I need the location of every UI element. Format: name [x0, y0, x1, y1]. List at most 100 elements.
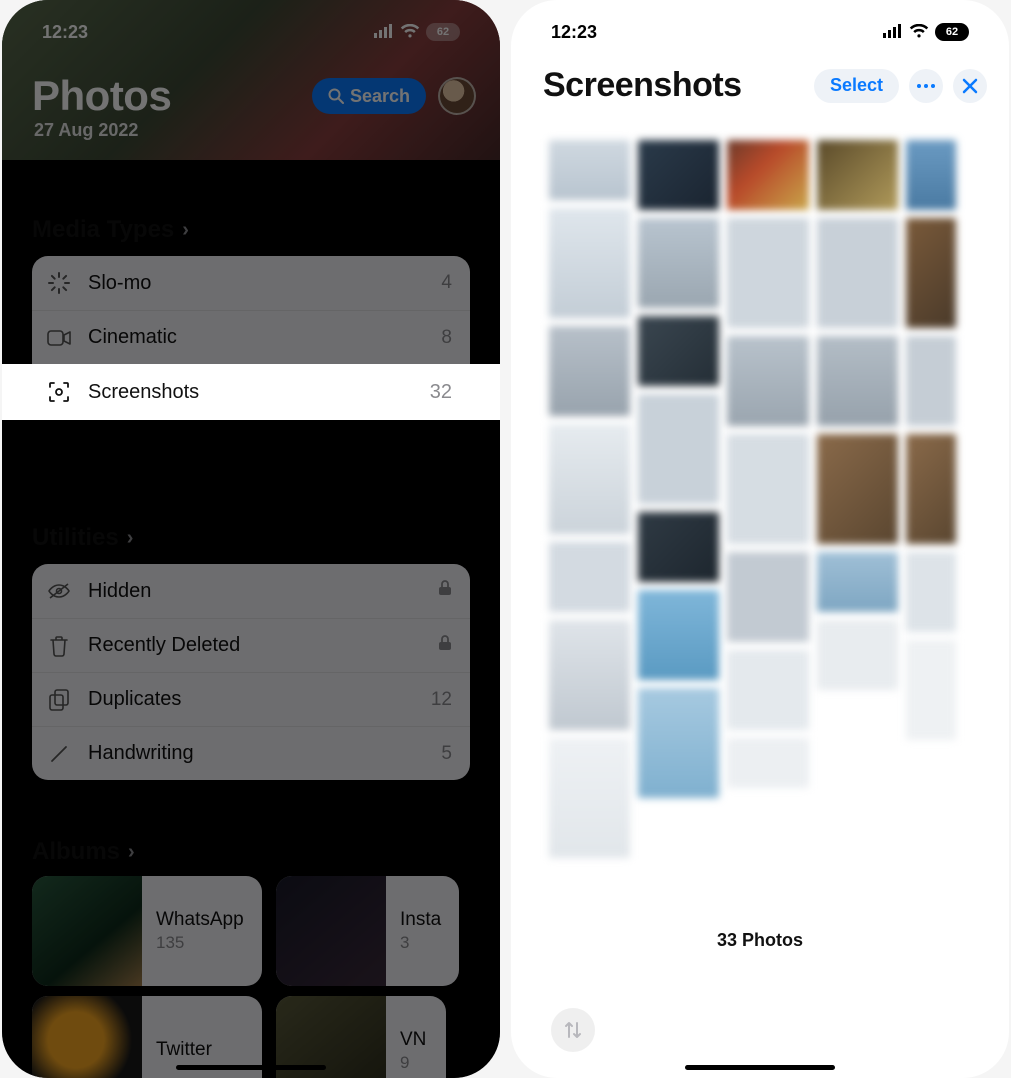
search-button[interactable]: Search: [312, 78, 426, 114]
chevron-right-icon: ›: [128, 841, 135, 864]
status-icons: 62: [883, 22, 969, 43]
video-icon: [46, 330, 72, 346]
photo-thumbnail[interactable]: [727, 738, 808, 788]
photo-thumbnail[interactable]: [817, 434, 898, 544]
handwriting-count: 5: [441, 743, 452, 765]
photo-thumbnail[interactable]: [727, 140, 808, 210]
album-count: 9: [400, 1053, 426, 1073]
utility-hidden-row[interactable]: Hidden: [32, 564, 470, 618]
photo-thumbnail[interactable]: [549, 326, 630, 416]
clock: 12:23: [551, 22, 597, 43]
photo-thumbnail[interactable]: [817, 336, 898, 426]
handwriting-label: Handwriting: [88, 742, 425, 765]
spinner-icon: [46, 272, 72, 294]
photo-thumbnail[interactable]: [638, 140, 719, 210]
photo-thumbnail[interactable]: [906, 434, 956, 544]
photo-thumbnail[interactable]: [817, 552, 898, 612]
photo-thumbnail[interactable]: [817, 218, 898, 328]
photo-thumbnail[interactable]: [727, 552, 808, 642]
lock-icon: [438, 580, 452, 602]
media-types-label: Media Types: [32, 216, 174, 244]
status-bar: 12:23 62: [2, 0, 500, 52]
media-slomo-row[interactable]: Slo-mo 4: [32, 256, 470, 310]
photo-thumbnail[interactable]: [549, 140, 630, 200]
photo-thumbnail[interactable]: [549, 738, 630, 858]
capture-icon: [46, 381, 72, 403]
cellular-icon: [883, 22, 903, 43]
sort-button[interactable]: [551, 1008, 595, 1052]
albums-row-1[interactable]: WhatsApp 135 Insta 3: [32, 876, 500, 986]
photo-thumbnail[interactable]: [906, 218, 956, 328]
status-icons: 62: [374, 22, 460, 43]
photo-thumbnail[interactable]: [638, 688, 719, 798]
profile-avatar[interactable]: [438, 77, 476, 115]
photo-thumbnail[interactable]: [817, 620, 898, 690]
duplicates-label: Duplicates: [88, 688, 415, 711]
home-indicator[interactable]: [685, 1065, 835, 1070]
photo-thumbnail[interactable]: [549, 620, 630, 730]
chevron-right-icon: ›: [182, 219, 189, 242]
home-indicator[interactable]: [176, 1065, 326, 1070]
duplicates-count: 12: [431, 689, 452, 711]
utilities-label: Utilities: [32, 524, 119, 552]
photo-grid[interactable]: [549, 140, 987, 858]
search-icon: [328, 88, 344, 104]
photo-thumbnail[interactable]: [638, 590, 719, 680]
album-name: VN: [400, 1029, 426, 1051]
album-whatsapp[interactable]: WhatsApp 135: [32, 876, 262, 986]
utility-recently-deleted-row[interactable]: Recently Deleted: [32, 618, 470, 672]
slomo-count: 4: [441, 272, 452, 294]
photo-thumbnail[interactable]: [549, 542, 630, 612]
photo-count-label: 33 Photos: [511, 930, 1009, 951]
utility-duplicates-row[interactable]: Duplicates 12: [32, 672, 470, 726]
photos-scroll[interactable]: 12:23 62 Photos Search 27 Aug 20: [2, 0, 500, 1078]
photo-thumbnail[interactable]: [817, 140, 898, 210]
photo-thumbnail[interactable]: [727, 434, 808, 544]
hidden-label: Hidden: [88, 580, 422, 603]
utilities-header[interactable]: Utilities ›: [32, 524, 133, 552]
utility-handwriting-row[interactable]: Handwriting 5: [32, 726, 470, 780]
album-thumb: [32, 876, 142, 986]
album-name: WhatsApp: [156, 909, 244, 931]
page-title: Photos: [32, 72, 171, 120]
phone-screenshots-album: 12:23 62 Screenshots Select: [511, 0, 1009, 1078]
photo-thumbnail[interactable]: [638, 512, 719, 582]
photo-thumbnail[interactable]: [549, 208, 630, 318]
close-button[interactable]: [953, 69, 987, 103]
album-count: 3: [400, 933, 441, 953]
photo-thumbnail[interactable]: [638, 394, 719, 504]
photo-thumbnail[interactable]: [906, 640, 956, 740]
sort-arrows-icon: [563, 1020, 583, 1040]
media-screenshots-row[interactable]: Screenshots 32: [2, 364, 500, 420]
photo-thumbnail[interactable]: [727, 650, 808, 730]
clock: 12:23: [42, 22, 88, 43]
close-icon: [962, 78, 978, 94]
battery-icon: 62: [935, 23, 969, 41]
photo-thumbnail[interactable]: [906, 140, 956, 210]
select-button[interactable]: Select: [814, 69, 899, 103]
album-insta[interactable]: Insta 3: [276, 876, 459, 986]
photo-thumbnail[interactable]: [638, 218, 719, 308]
album-header: Screenshots Select: [543, 66, 987, 105]
photo-thumbnail[interactable]: [727, 218, 808, 328]
albums-label: Albums: [32, 838, 120, 866]
media-types-header[interactable]: Media Types ›: [32, 216, 189, 244]
eye-off-icon: [46, 582, 72, 600]
album-name: Twitter: [156, 1039, 212, 1061]
albums-header[interactable]: Albums ›: [32, 838, 135, 866]
album-count: 135: [156, 933, 244, 953]
lock-icon: [438, 635, 452, 657]
pencil-icon: [46, 744, 72, 764]
photo-thumbnail[interactable]: [727, 336, 808, 426]
ellipsis-icon: [916, 83, 936, 89]
search-label: Search: [350, 86, 410, 107]
photo-thumbnail[interactable]: [906, 336, 956, 426]
media-cinematic-row[interactable]: Cinematic 8: [32, 310, 470, 364]
photo-thumbnail[interactable]: [638, 316, 719, 386]
photo-thumbnail[interactable]: [549, 424, 630, 534]
cellular-icon: [374, 22, 394, 43]
cinematic-label: Cinematic: [88, 326, 425, 349]
more-button[interactable]: [909, 69, 943, 103]
recently-deleted-label: Recently Deleted: [88, 634, 422, 657]
photo-thumbnail[interactable]: [906, 552, 956, 632]
